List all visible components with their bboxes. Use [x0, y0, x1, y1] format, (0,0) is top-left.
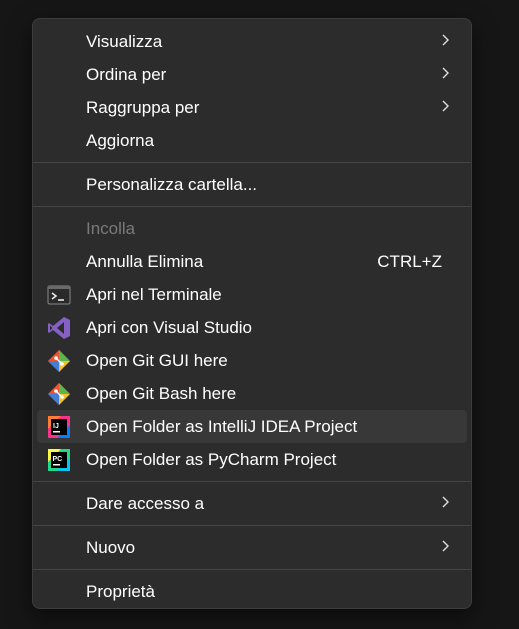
- menu-separator: [33, 525, 471, 526]
- menu-item-aggiorna[interactable]: Aggiorna: [37, 124, 467, 157]
- menu-item-proprieta[interactable]: Proprietà: [37, 575, 467, 608]
- menu-item-label: Proprietà: [86, 581, 155, 601]
- menu-item-label: Dare accesso a: [86, 493, 205, 513]
- menu-item-personalizza-cartella[interactable]: Personalizza cartella...: [37, 168, 467, 201]
- menu-item-label: Aggiorna: [86, 130, 155, 150]
- chevron-right-icon: [442, 67, 449, 79]
- intellij-idea-icon: IJ: [48, 416, 70, 438]
- menu-item-label: Open Git Bash here: [86, 383, 237, 403]
- menu-item-open-git-bash[interactable]: Open Git Bash here: [37, 377, 467, 410]
- menu-item-label: Apri nel Terminale: [86, 284, 222, 304]
- menu-item-label: Open Folder as PyCharm Project: [86, 449, 337, 469]
- menu-item-label: Apri con Visual Studio: [86, 317, 253, 337]
- menu-item-apri-nel-terminale[interactable]: Apri nel Terminale: [37, 278, 467, 311]
- menu-item-label: Incolla: [86, 218, 136, 238]
- chevron-right-icon: [442, 100, 449, 112]
- chevron-right-icon: [442, 496, 449, 508]
- menu-item-label: Raggruppa per: [86, 97, 200, 117]
- menu-item-nuovo[interactable]: Nuovo: [37, 531, 467, 564]
- menu-item-shortcut: CTRL+Z: [377, 251, 442, 271]
- git-gui-icon: [48, 350, 70, 372]
- menu-separator: [33, 162, 471, 163]
- svg-text:IJ: IJ: [53, 423, 59, 430]
- terminal-icon: [47, 285, 71, 305]
- menu-item-label: Open Git GUI here: [86, 350, 228, 370]
- menu-item-label: Nuovo: [86, 537, 136, 557]
- context-menu: Visualizza Ordina per Raggruppa per Aggi…: [32, 18, 472, 609]
- menu-item-incolla: Incolla: [37, 212, 467, 245]
- svg-text:PC: PC: [53, 456, 63, 463]
- menu-item-label: Personalizza cartella...: [86, 174, 258, 194]
- menu-item-dare-accesso-a[interactable]: Dare accesso a: [37, 487, 467, 520]
- menu-item-raggruppa-per[interactable]: Raggruppa per: [37, 91, 467, 124]
- menu-item-label: Visualizza: [86, 31, 163, 51]
- menu-item-apri-con-visual-studio[interactable]: Apri con Visual Studio: [37, 311, 467, 344]
- menu-item-open-pycharm[interactable]: PC Open Folder as PyCharm Project: [37, 443, 467, 476]
- menu-item-open-intellij-idea[interactable]: IJ Open Folder as IntelliJ IDEA Project: [37, 410, 467, 443]
- menu-item-annulla-elimina[interactable]: Annulla Elimina CTRL+Z: [37, 245, 467, 278]
- menu-item-label: Ordina per: [86, 64, 167, 84]
- visual-studio-icon: [48, 317, 70, 339]
- menu-separator: [33, 206, 471, 207]
- menu-separator: [33, 481, 471, 482]
- menu-item-open-git-gui[interactable]: Open Git GUI here: [37, 344, 467, 377]
- chevron-right-icon: [442, 540, 449, 552]
- pycharm-icon: PC: [48, 449, 70, 471]
- menu-item-ordina-per[interactable]: Ordina per: [37, 58, 467, 91]
- menu-separator: [33, 569, 471, 570]
- git-bash-icon: [48, 383, 70, 405]
- menu-item-label: Open Folder as IntelliJ IDEA Project: [86, 416, 358, 436]
- menu-item-visualizza[interactable]: Visualizza: [37, 25, 467, 58]
- menu-item-label: Annulla Elimina: [86, 251, 204, 271]
- chevron-right-icon: [442, 34, 449, 46]
